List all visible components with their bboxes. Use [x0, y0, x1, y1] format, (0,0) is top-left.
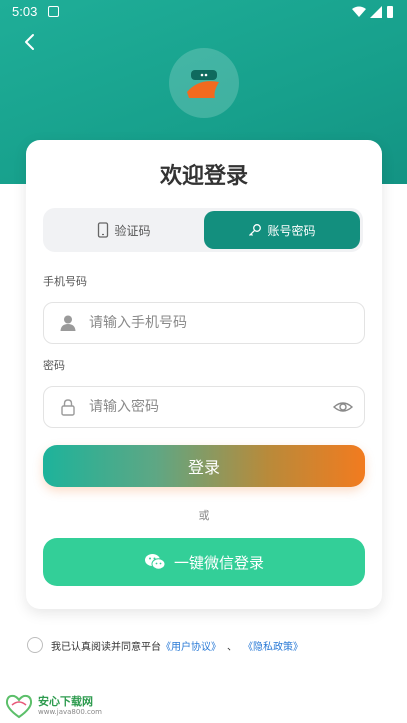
agreement-row: 我已认真阅读并同意平台 《用户协议》 、 《隐私政策》 — [27, 636, 303, 654]
status-time: 5:03 — [12, 4, 38, 19]
app-logo — [169, 48, 239, 118]
tab-sms-code[interactable]: 验证码 — [46, 211, 202, 249]
page-title: 欢迎登录 — [159, 164, 248, 189]
agreement-checkbox[interactable] — [27, 637, 43, 653]
back-arrow-icon[interactable] — [18, 30, 42, 54]
or-divider: 或 — [198, 509, 210, 522]
user-agreement-link[interactable]: 《用户协议》 — [161, 638, 221, 653]
heart-logo-icon — [5, 694, 33, 719]
password-field[interactable] — [43, 386, 365, 428]
user-icon — [60, 315, 76, 331]
tab-account-password-label: 账号密码 — [267, 223, 316, 238]
agreement-separator: 、 — [227, 641, 237, 653]
status-icons — [352, 6, 393, 18]
key-icon — [249, 224, 262, 236]
login-mode-tabs: 验证码 账号密码 — [43, 208, 363, 252]
wechat-login-label: 一键微信登录 — [173, 553, 264, 572]
phone-input[interactable] — [89, 315, 364, 331]
notification-icon — [48, 6, 59, 17]
wechat-icon — [144, 554, 166, 570]
watermark-title: 安心下载网 — [38, 695, 93, 708]
login-button[interactable]: 登录 — [43, 445, 365, 487]
lock-icon — [61, 399, 75, 416]
watermark-url: www.java800.com — [38, 708, 102, 716]
tab-sms-code-label: 验证码 — [114, 223, 151, 238]
tab-account-password[interactable]: 账号密码 — [204, 211, 360, 249]
agreement-text: 我已认真阅读并同意平台 — [51, 641, 161, 653]
phone-label: 手机号码 — [43, 275, 87, 288]
phone-field[interactable] — [43, 302, 365, 344]
privacy-policy-link[interactable]: 《隐私政策》 — [243, 638, 303, 653]
eye-icon[interactable] — [332, 396, 354, 418]
watermark: 安心下载网 www.java800.com — [4, 692, 102, 720]
login-card: 欢迎登录 验证码 账号密码 手机号码 密码 — [26, 140, 382, 609]
status-bar: 5:03 — [0, 0, 407, 24]
password-label: 密码 — [43, 359, 65, 372]
password-input[interactable] — [89, 399, 332, 415]
wechat-login-button[interactable]: 一键微信登录 — [43, 538, 365, 586]
phone-icon — [98, 222, 109, 238]
